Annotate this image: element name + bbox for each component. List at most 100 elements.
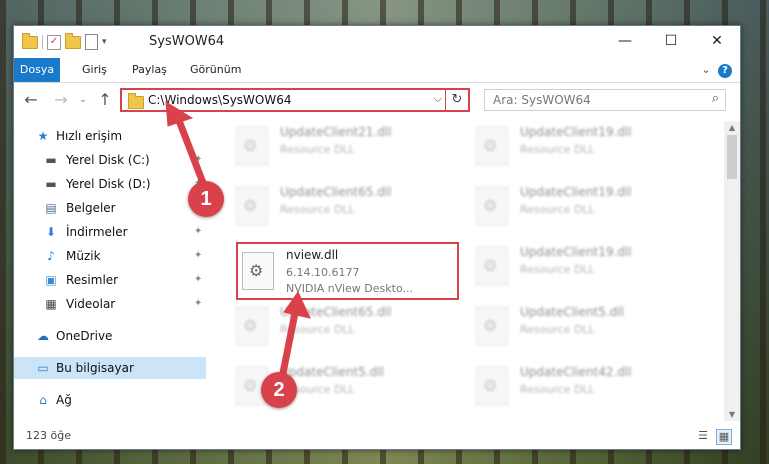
- sidebar-item-disk-d[interactable]: ▬ Yerel Disk (D:) ✦: [14, 173, 206, 195]
- toolbar-divider: [42, 35, 43, 49]
- list-item[interactable]: UpdateClient19.dll Resource DLL: [472, 241, 702, 291]
- quick-access-toolbar: ✓ ▾: [22, 32, 107, 50]
- step-badge-1: 1: [188, 181, 224, 217]
- search-icon: ⌕: [711, 91, 719, 106]
- details-view-icon[interactable]: ☰: [696, 429, 710, 443]
- file-explorer-window: ✓ ▾ SysWOW64 — ☐ ✕ Dosya Giriş Paylaş Gö…: [13, 25, 741, 450]
- file-name: nview.dll: [286, 248, 339, 262]
- properties-icon[interactable]: ✓: [47, 34, 61, 50]
- list-item[interactable]: UpdateClient21.dll Resource DLL: [232, 121, 462, 171]
- file-description: Resource DLL: [280, 203, 355, 216]
- list-item[interactable]: UpdateClient19.dll Resource DLL: [472, 181, 702, 231]
- sidebar-item-label: Videolar: [66, 297, 116, 311]
- sidebar-item-onedrive[interactable]: ☁ OneDrive: [14, 325, 206, 347]
- document-icon: ▤: [45, 201, 57, 215]
- sidebar-item-label: Resimler: [66, 273, 119, 287]
- address-bar[interactable]: C:\Windows\SysWOW64 ⌵ ↻: [120, 88, 470, 112]
- pin-icon[interactable]: ✦: [194, 149, 202, 171]
- list-item[interactable]: UpdateClient65.dll Resource DLL: [232, 181, 462, 231]
- list-item[interactable]: UpdateClient65.dll Resource DLL: [232, 301, 462, 351]
- highlighted-file-nview[interactable]: nview.dll 6.14.10.6177 NVIDIA nView Desk…: [236, 242, 459, 300]
- file-name: UpdateClient5.dll: [520, 305, 624, 319]
- file-name: UpdateClient65.dll: [280, 305, 392, 319]
- star-icon: ★: [37, 129, 49, 143]
- close-button[interactable]: ✕: [694, 26, 740, 56]
- file-name: UpdateClient5.dll: [280, 365, 384, 379]
- sidebar-item-music[interactable]: ♪ Müzik ✦: [14, 245, 206, 267]
- dll-file-icon: [476, 367, 508, 405]
- sidebar-item-label: Müzik: [66, 249, 101, 263]
- scroll-down-icon[interactable]: ▼: [724, 410, 740, 419]
- step-badge-2: 2: [261, 372, 297, 408]
- file-version: 6.14.10.6177: [286, 266, 360, 279]
- file-name: UpdateClient19.dll: [520, 185, 632, 199]
- pin-icon[interactable]: ✦: [194, 269, 202, 291]
- navigation-pane: ★ Hızlı erişim ▬ Yerel Disk (C:) ✦ ▬ Yer…: [14, 121, 206, 421]
- file-description: Resource DLL: [520, 143, 595, 156]
- expand-ribbon-icon[interactable]: ⌄: [696, 58, 716, 82]
- sidebar-item-videos[interactable]: ▦ Videolar ✦: [14, 293, 206, 315]
- address-path[interactable]: C:\Windows\SysWOW64: [148, 93, 292, 107]
- network-icon: ⌂: [39, 393, 47, 407]
- sidebar-item-label: Hızlı erişim: [56, 129, 123, 143]
- list-item[interactable]: UpdateClient5.dll Resource DLL: [472, 301, 702, 351]
- item-count: 123 öğe: [26, 429, 71, 442]
- back-button[interactable]: ←: [20, 89, 42, 111]
- minimize-button[interactable]: —: [602, 26, 648, 56]
- file-description: Resource DLL: [520, 323, 595, 336]
- help-button[interactable]: ?: [716, 58, 734, 82]
- sidebar-item-network[interactable]: ⌂ Ağ: [14, 389, 206, 411]
- address-dropdown-icon[interactable]: ⌵: [434, 92, 442, 106]
- search-input[interactable]: Ara: SysWOW64 ⌕: [484, 89, 726, 111]
- scroll-up-icon[interactable]: ▲: [724, 123, 740, 132]
- recent-locations-chevron-icon[interactable]: ⌄: [72, 89, 94, 111]
- chevron-down-icon[interactable]: ▾: [102, 37, 107, 47]
- music-icon: ♪: [47, 249, 55, 263]
- sidebar-item-label: Belgeler: [66, 201, 116, 215]
- vertical-scrollbar[interactable]: ▲ ▼: [724, 121, 740, 421]
- sidebar-item-this-pc[interactable]: ▭ Bu bilgisayar: [14, 357, 206, 379]
- tab-home[interactable]: Giriş: [72, 58, 117, 82]
- address-row: ← → ⌄ ↑ C:\Windows\SysWOW64 ⌵ ↻ Ara: Sys…: [14, 83, 740, 117]
- folder-icon: [22, 32, 38, 49]
- sidebar-item-label: Yerel Disk (C:): [66, 153, 150, 167]
- dll-file-icon: [242, 252, 274, 290]
- scrollbar-thumb[interactable]: [727, 135, 737, 179]
- file-description: NVIDIA nView Deskto...: [286, 282, 413, 295]
- sidebar-item-label: Bu bilgisayar: [56, 361, 134, 375]
- tab-view[interactable]: Görünüm: [180, 58, 251, 82]
- sidebar-item-label: Ağ: [56, 393, 72, 407]
- sidebar-item-quick-access[interactable]: ★ Hızlı erişim: [14, 125, 206, 147]
- list-item[interactable]: UpdateClient19.dll Resource DLL: [472, 121, 702, 171]
- new-folder-icon[interactable]: [65, 32, 81, 49]
- search-placeholder: Ara: SysWOW64: [493, 93, 591, 107]
- pin-icon[interactable]: ✦: [194, 221, 202, 243]
- sidebar-item-documents[interactable]: ▤ Belgeler ✦: [14, 197, 206, 219]
- list-item[interactable]: UpdateClient42.dll Resource DLL: [472, 361, 702, 411]
- sidebar-item-pictures[interactable]: ▣ Resimler ✦: [14, 269, 206, 291]
- sidebar-item-downloads[interactable]: ⬇ İndirmeler ✦: [14, 221, 206, 243]
- file-name: UpdateClient19.dll: [520, 125, 632, 139]
- large-icons-view-icon[interactable]: ▦: [716, 429, 732, 445]
- dll-file-icon: [236, 187, 268, 225]
- drive-icon: ▬: [45, 153, 57, 167]
- dll-file-icon: [476, 307, 508, 345]
- customize-toolbar-icon[interactable]: [85, 34, 98, 50]
- refresh-button[interactable]: ↻: [445, 90, 468, 110]
- maximize-button[interactable]: ☐: [648, 26, 694, 56]
- video-icon: ▦: [45, 297, 57, 311]
- tab-share[interactable]: Paylaş: [122, 58, 177, 82]
- computer-icon: ▭: [37, 361, 49, 375]
- pin-icon[interactable]: ✦: [194, 245, 202, 267]
- sidebar-item-disk-c[interactable]: ▬ Yerel Disk (C:) ✦: [14, 149, 206, 171]
- up-button[interactable]: ↑: [94, 89, 116, 111]
- folder-icon: [128, 93, 144, 109]
- forward-button[interactable]: →: [50, 89, 72, 111]
- download-icon: ⬇: [45, 225, 57, 239]
- ribbon-tabs: Dosya Giriş Paylaş Görünüm ⌄ ?: [14, 58, 740, 83]
- sidebar-item-label: İndirmeler: [66, 225, 128, 239]
- dll-file-icon: [476, 127, 508, 165]
- tab-file[interactable]: Dosya: [14, 58, 60, 82]
- pin-icon[interactable]: ✦: [194, 293, 202, 315]
- sidebar-item-label: OneDrive: [56, 329, 113, 343]
